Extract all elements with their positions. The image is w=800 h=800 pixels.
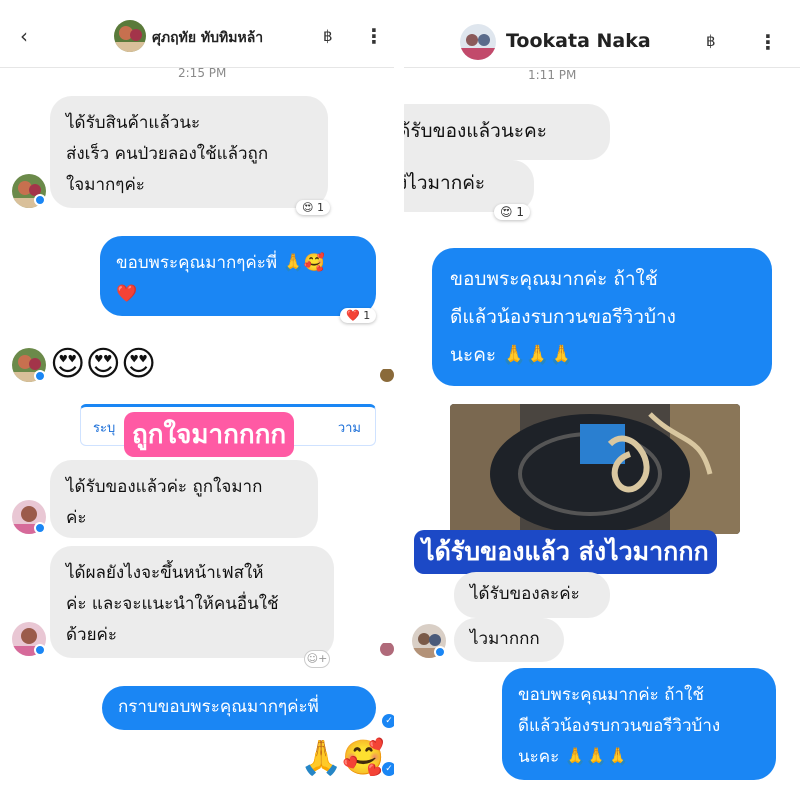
- payment-icon[interactable]: ฿: [323, 27, 333, 45]
- emoji-message[interactable]: 😍😍😍: [50, 344, 156, 384]
- overlay-caption: ถูกใจมากกกก: [124, 412, 295, 457]
- panel-divider: [394, 0, 404, 800]
- messenger-badge-icon: [34, 370, 46, 382]
- message-reaction[interactable]: 😍 1: [494, 204, 530, 220]
- seen-check-icon: ✓: [382, 714, 394, 728]
- messenger-badge-icon: [34, 194, 46, 206]
- read-receipt-avatar: [380, 368, 394, 382]
- seen-check-icon: ✓: [382, 762, 394, 776]
- more-options-icon[interactable]: ⋮: [364, 24, 384, 48]
- contact-avatar[interactable]: [460, 24, 496, 60]
- message-reaction[interactable]: ❤️ 1: [340, 308, 377, 323]
- message-reaction[interactable]: 😍 1: [296, 200, 330, 215]
- contact-avatar[interactable]: [114, 20, 146, 52]
- incoming-message[interactable]: ได้รับของแล้วค่ะ ถูกใจมาก ค่ะ: [50, 460, 318, 538]
- add-reaction-icon[interactable]: ☺+: [304, 650, 330, 668]
- payment-icon[interactable]: ฿: [706, 32, 716, 50]
- messenger-badge-icon: [34, 522, 46, 534]
- back-arrow-icon[interactable]: ‹: [20, 24, 28, 48]
- suggestion-left-text: ระบุ: [93, 421, 116, 436]
- outgoing-message[interactable]: ขอบพระคุณมากค่ะ ถ้าใช้ ดีแล้วน้องรบกวนขอ…: [502, 668, 776, 780]
- overlay-caption: ได้รับของแล้ว ส่งไวมากกก: [414, 530, 717, 574]
- chat-header: Tookata Naka ฿ ⋮: [404, 0, 800, 68]
- read-receipt-avatar: [380, 642, 394, 656]
- timestamp: 2:15 PM: [178, 66, 227, 80]
- outgoing-message[interactable]: กราบขอบพระคุณมากๆค่ะพี่: [102, 686, 376, 730]
- chat-header: ‹ ศุภฤทัย ทับทิมหล้า ฿ ⋮: [0, 0, 394, 68]
- right-chat-panel: Tookata Naka ฿ ⋮ 1:11 PM ด้รับของแล้วนะค…: [404, 0, 800, 800]
- more-options-icon[interactable]: ⋮: [758, 30, 778, 54]
- messenger-badge-icon: [34, 644, 46, 656]
- messenger-badge-icon: [434, 646, 446, 658]
- product-photo[interactable]: [450, 404, 740, 534]
- outgoing-message[interactable]: ขอบพระคุณมากๆค่ะพี่ 🙏🥰 ❤️: [100, 236, 376, 316]
- timestamp: 1:11 PM: [528, 68, 577, 82]
- emoji-message[interactable]: 🙏🥰: [300, 738, 385, 778]
- contact-name[interactable]: ศุภฤทัย ทับทิมหล้า: [152, 27, 263, 49]
- outgoing-message[interactable]: ขอบพระคุณมากค่ะ ถ้าใช้ ดีแล้วน้องรบกวนขอ…: [432, 248, 772, 386]
- contact-name[interactable]: Tookata Naka: [506, 30, 651, 52]
- left-chat-panel: ‹ ศุภฤทัย ทับทิมหล้า ฿ ⋮ 2:15 PM ได้รับส…: [0, 0, 394, 800]
- incoming-message[interactable]: ได้รับสินค้าแล้วนะ ส่งเร็ว คนป่วยลองใช้แ…: [50, 96, 328, 208]
- incoming-message[interactable]: ได้รับของละค่ะ: [454, 572, 610, 618]
- incoming-message[interactable]: ไวมากกก: [454, 618, 564, 662]
- incoming-message[interactable]: ได้ผลยังไงจะขึ้นหน้าเฟสให้ ค่ะ และจะแนะน…: [50, 546, 334, 658]
- incoming-message[interactable]: ด้รับของแล้วนะคะ: [404, 104, 610, 160]
- suggestion-right-text: วาม: [337, 421, 361, 436]
